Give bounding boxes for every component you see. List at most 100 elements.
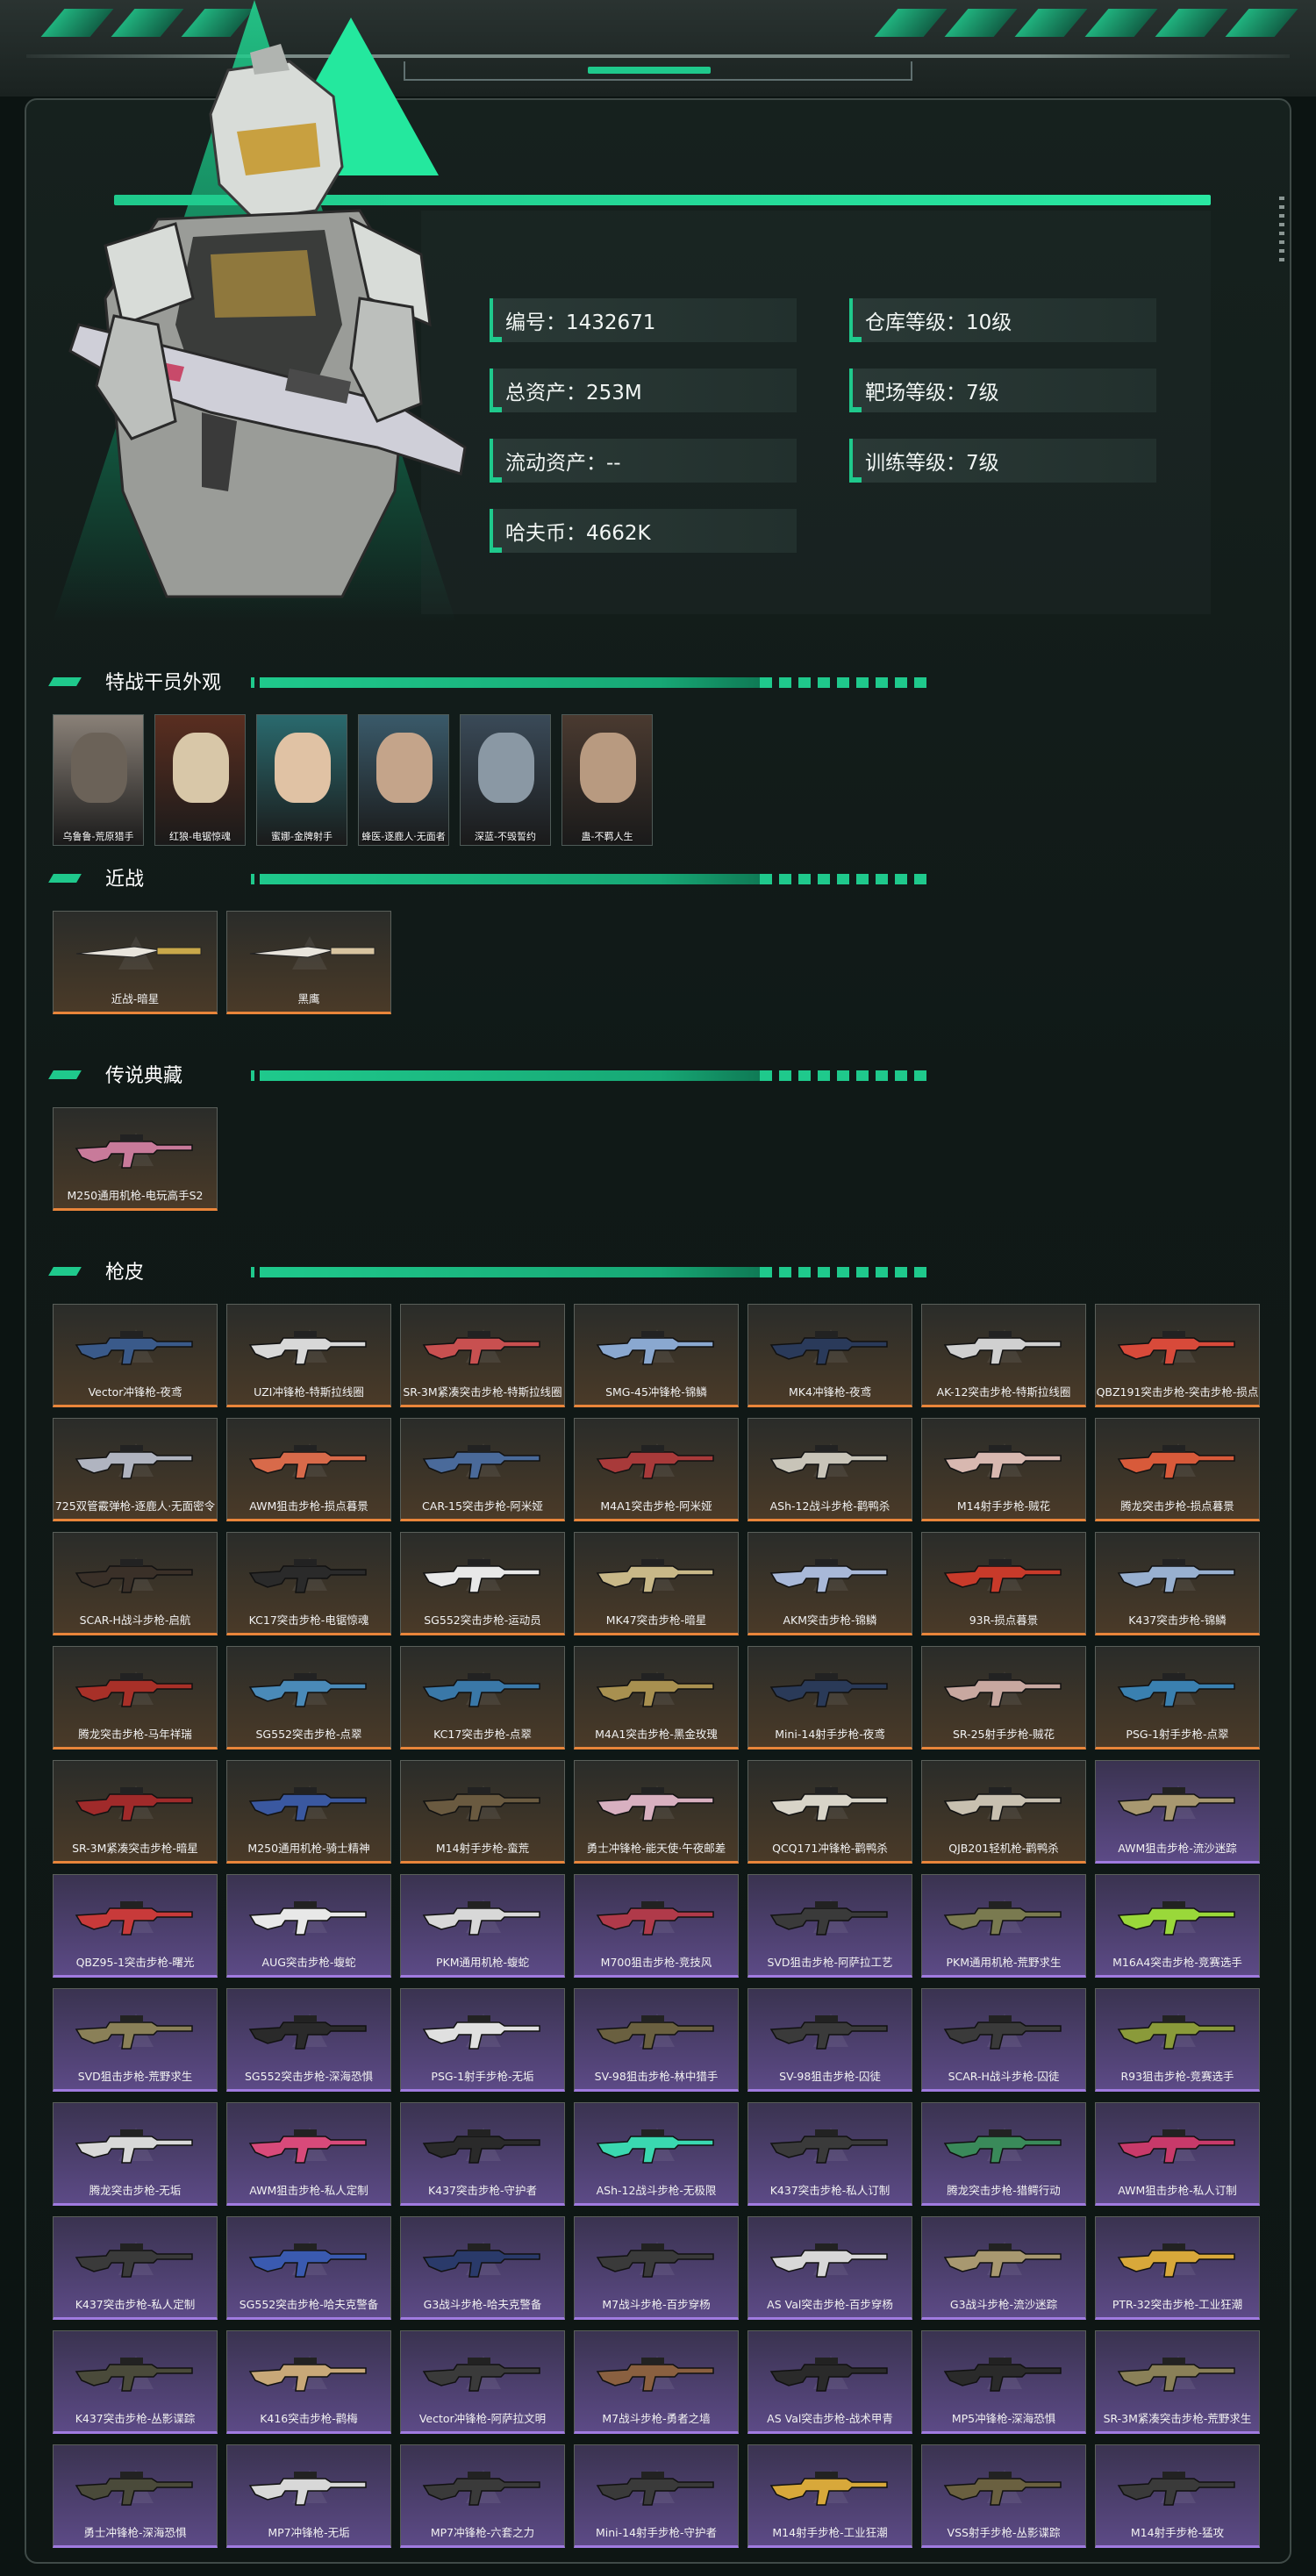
weapon-skin-card[interactable]: QBZ95-1突击步枪-曙光 <box>53 1874 218 1978</box>
weapon-skin-card[interactable]: AWM狙击步枪-私人订制 <box>1095 2102 1260 2206</box>
weapon-skin-card[interactable]: AWM狙击步枪-私人定制 <box>226 2102 391 2206</box>
operator-skin-card[interactable]: 乌鲁鲁-荒原猎手 <box>53 714 144 846</box>
weapon-skin-card[interactable]: Mini-14射手步枪-守护者 <box>574 2444 739 2548</box>
weapon-skin-card[interactable]: M14射手步枪-蛮荒 <box>400 1760 565 1864</box>
weapon-skin-card[interactable]: M14射手步枪-工业狂潮 <box>747 2444 912 2548</box>
weapon-skin-card[interactable]: G3战斗步枪-哈夫克警备 <box>400 2216 565 2320</box>
weapon-skin-card[interactable]: M7战斗步枪-百步穿杨 <box>574 2216 739 2320</box>
weapon-skin-card[interactable]: PSG-1射手步枪-无垢 <box>400 1988 565 2092</box>
weapon-skin-card[interactable]: SV-98狙击步枪-囚徒 <box>747 1988 912 2092</box>
weapon-skin-card[interactable]: 腾龙突击步枪-猎鳄行动 <box>921 2102 1086 2206</box>
operator-skin-card[interactable]: 蜂医-逐鹿人·无面者 <box>358 714 449 846</box>
weapon-skin-card[interactable]: PKM通用机枪-荒野求生 <box>921 1874 1086 1978</box>
weapon-skin-card[interactable]: AUG突击步枪-蝮蛇 <box>226 1874 391 1978</box>
legendary-card[interactable]: M250通用机枪-电玩高手S2 <box>53 1107 218 1211</box>
weapon-skin-card[interactable]: K437突击步枪-私人定制 <box>53 2216 218 2320</box>
weapon-skin-card[interactable]: M4A1突击步枪-阿米娅 <box>574 1418 739 1521</box>
weapon-skin-card[interactable]: MK4冲锋枪-夜鸢 <box>747 1304 912 1407</box>
weapon-skin-card[interactable]: K416突击步枪-鹳梅 <box>226 2330 391 2434</box>
weapon-skin-card[interactable]: QBZ191突击步枪-突击步枪-损点 <box>1095 1304 1260 1407</box>
weapon-skin-card[interactable]: PKM通用机枪-蝮蛇 <box>400 1874 565 1978</box>
weapon-skin-card[interactable]: MP7冲锋枪-六套之力 <box>400 2444 565 2548</box>
weapon-skin-card[interactable]: M14射手步枪-猛攻 <box>1095 2444 1260 2548</box>
weapon-skin-card[interactable]: QCQ171冲锋枪-鹳鸭杀 <box>747 1760 912 1864</box>
weapon-image <box>596 1331 714 1365</box>
weapon-skin-card[interactable]: R93狙击步枪-竞赛选手 <box>1095 1988 1260 2092</box>
weapon-skin-card[interactable]: Vector冲锋枪-夜鸢 <box>53 1304 218 1407</box>
weapon-skin-card[interactable]: AWM狙击步枪-流沙迷踪 <box>1095 1760 1260 1864</box>
weapon-skin-card[interactable]: SR-25射手步枪-贼花 <box>921 1646 1086 1750</box>
weapon-skin-card[interactable]: K437突击步枪-锦鳞 <box>1095 1532 1260 1635</box>
operator-skin-label: 蜂医-逐鹿人·无面者 <box>361 831 446 842</box>
weapon-skin-card[interactable]: M16A4突击步枪-竞赛选手 <box>1095 1874 1260 1978</box>
weapon-skin-card[interactable]: MP5冲锋枪-深海恐惧 <box>921 2330 1086 2434</box>
weapon-skin-card[interactable]: SG552突击步枪-哈夫克警备 <box>226 2216 391 2320</box>
weapon-skin-card[interactable]: SR-3M紧凑突击步枪-荒野求生 <box>1095 2330 1260 2434</box>
weapon-skin-card[interactable]: AS Val突击步枪-战术甲青 <box>747 2330 912 2434</box>
weapon-skin-card[interactable]: SG552突击步枪-运动员 <box>400 1532 565 1635</box>
weapon-skin-card[interactable]: Mini-14射手步枪-夜鸢 <box>747 1646 912 1750</box>
banner-stripe <box>111 9 184 37</box>
weapon-skin-card[interactable]: SVD狙击步枪-阿萨拉工艺 <box>747 1874 912 1978</box>
scroll-indicator[interactable] <box>1279 197 1284 267</box>
melee-card[interactable]: 黑鹰 <box>226 911 391 1014</box>
weapon-image <box>75 1445 193 1479</box>
weapon-skin-card[interactable]: M7战斗步枪-勇者之墙 <box>574 2330 739 2434</box>
weapon-skin-card[interactable]: G3战斗步枪-流沙迷踪 <box>921 2216 1086 2320</box>
operator-skin-card[interactable]: 红狼-电锯惊魂 <box>154 714 246 846</box>
banner-stripe <box>181 9 254 37</box>
weapon-skin-card[interactable]: 腾龙突击步枪-无垢 <box>53 2102 218 2206</box>
weapon-skin-card[interactable]: K437突击步枪-丛影谍踪 <box>53 2330 218 2434</box>
operator-face <box>173 733 229 803</box>
weapon-skin-card[interactable]: SCAR-H战斗步枪-启航 <box>53 1532 218 1635</box>
operator-skin-card[interactable]: 蜜娜-金牌射手 <box>256 714 347 846</box>
weapon-skin-card[interactable]: PTR-32突击步枪-工业狂潮 <box>1095 2216 1260 2320</box>
weapon-skin-card[interactable]: KC17突击步枪-电锯惊魂 <box>226 1532 391 1635</box>
weapon-skin-card[interactable]: ASh-12战斗步枪-无极限 <box>574 2102 739 2206</box>
weapon-skin-card[interactable]: 腾龙突击步枪-损点暮景 <box>1095 1418 1260 1521</box>
melee-card[interactable]: 近战-暗星 <box>53 911 218 1014</box>
weapon-skin-card[interactable]: 勇士冲锋枪-能天使·午夜邮差 <box>574 1760 739 1864</box>
weapon-skin-card[interactable]: 725双管霰弹枪-逐鹿人·无面密令 <box>53 1418 218 1521</box>
weapon-skin-card[interactable]: M250通用机枪-骑士精神 <box>226 1760 391 1864</box>
weapon-skin-card[interactable]: KC17突击步枪-点翠 <box>400 1646 565 1750</box>
weapon-skin-card[interactable]: SV-98狙击步枪-林中猎手 <box>574 1988 739 2092</box>
weapon-skin-card[interactable]: VSS射手步枪-丛影谍踪 <box>921 2444 1086 2548</box>
weapon-skin-card[interactable]: SR-3M紧凑突击步枪-特斯拉线圈 <box>400 1304 565 1407</box>
weapon-skin-card[interactable]: AWM狙击步枪-损点暮景 <box>226 1418 391 1521</box>
weapon-skin-card[interactable]: SCAR-H战斗步枪-囚徒 <box>921 1988 1086 2092</box>
weapon-skin-card[interactable]: SVD狙击步枪-荒野求生 <box>53 1988 218 2092</box>
weapon-image <box>75 1559 193 1593</box>
weapon-skin-card[interactable]: AK-12突击步枪-特斯拉线圈 <box>921 1304 1086 1407</box>
weapon-skin-card[interactable]: CAR-15突击步枪-阿米娅 <box>400 1418 565 1521</box>
weapon-skin-card[interactable]: MP7冲锋枪-无垢 <box>226 2444 391 2548</box>
weapon-skin-card[interactable]: PSG-1射手步枪-点翠 <box>1095 1646 1260 1750</box>
weapon-skin-card[interactable]: SG552突击步枪-点翠 <box>226 1646 391 1750</box>
weapon-skin-card[interactable]: M4A1突击步枪-黑金玫瑰 <box>574 1646 739 1750</box>
weapon-skin-card[interactable]: SR-3M紧凑突击步枪-暗星 <box>53 1760 218 1864</box>
section-bar <box>260 1267 926 1277</box>
weapon-skin-card[interactable]: Vector冲锋枪-阿萨拉文明 <box>400 2330 565 2434</box>
weapon-skin-card[interactable]: SG552突击步枪-深海恐惧 <box>226 1988 391 2092</box>
weapon-skin-card[interactable]: MK47突击步枪-暗星 <box>574 1532 739 1635</box>
weapon-skin-card[interactable]: K437突击步枪-守护者 <box>400 2102 565 2206</box>
weapon-skin-card-label: AWM狙击步枪-私人订制 <box>1118 2184 1237 2197</box>
weapon-skin-card[interactable]: QJB201轻机枪-鹳鸭杀 <box>921 1760 1086 1864</box>
weapon-skin-card[interactable]: M14射手步枪-贼花 <box>921 1418 1086 1521</box>
weapon-skin-card[interactable]: M700狙击步枪-竞技风 <box>574 1874 739 1978</box>
weapon-skin-card[interactable]: 93R-损点暮景 <box>921 1532 1086 1635</box>
weapon-skin-card[interactable]: SMG-45冲锋枪-锦鳞 <box>574 1304 739 1407</box>
weapon-image <box>769 2015 888 2050</box>
weapon-skin-card[interactable]: 勇士冲锋枪-深海恐惧 <box>53 2444 218 2548</box>
weapon-skin-card-label: AWM狙击步枪-私人定制 <box>249 2184 368 2197</box>
weapon-skin-card[interactable]: AS Val突击步枪-百步穿杨 <box>747 2216 912 2320</box>
weapon-skin-card[interactable]: 腾龙突击步枪-马年祥瑞 <box>53 1646 218 1750</box>
weapon-skin-card[interactable]: ASh-12战斗步枪-鹳鸭杀 <box>747 1418 912 1521</box>
weapon-skin-card[interactable]: K437突击步枪-私人订制 <box>747 2102 912 2206</box>
weapon-image <box>943 2243 1062 2278</box>
operator-skin-card[interactable]: 深蓝-不毁誓约 <box>460 714 551 846</box>
operator-skin-card[interactable]: 蛊-不羁人生 <box>561 714 653 846</box>
banner-stripe <box>1225 9 1298 37</box>
weapon-skin-card[interactable]: AKM突击步枪-锦鳞 <box>747 1532 912 1635</box>
weapon-skin-card[interactable]: UZI冲锋枪-特斯拉线圈 <box>226 1304 391 1407</box>
